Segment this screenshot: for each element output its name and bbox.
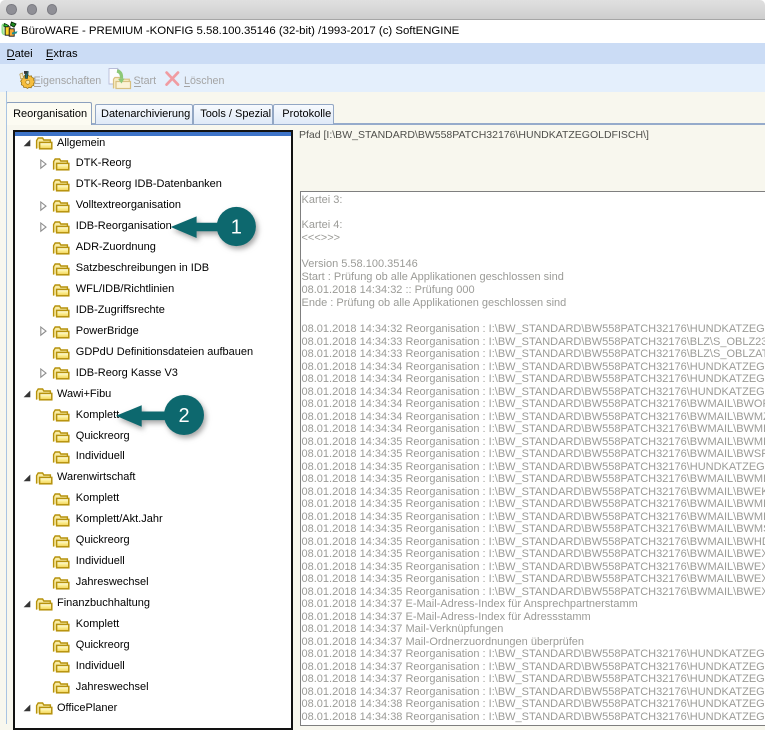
- svg-text:1: 1: [231, 217, 242, 239]
- svg-text:2: 2: [178, 405, 189, 427]
